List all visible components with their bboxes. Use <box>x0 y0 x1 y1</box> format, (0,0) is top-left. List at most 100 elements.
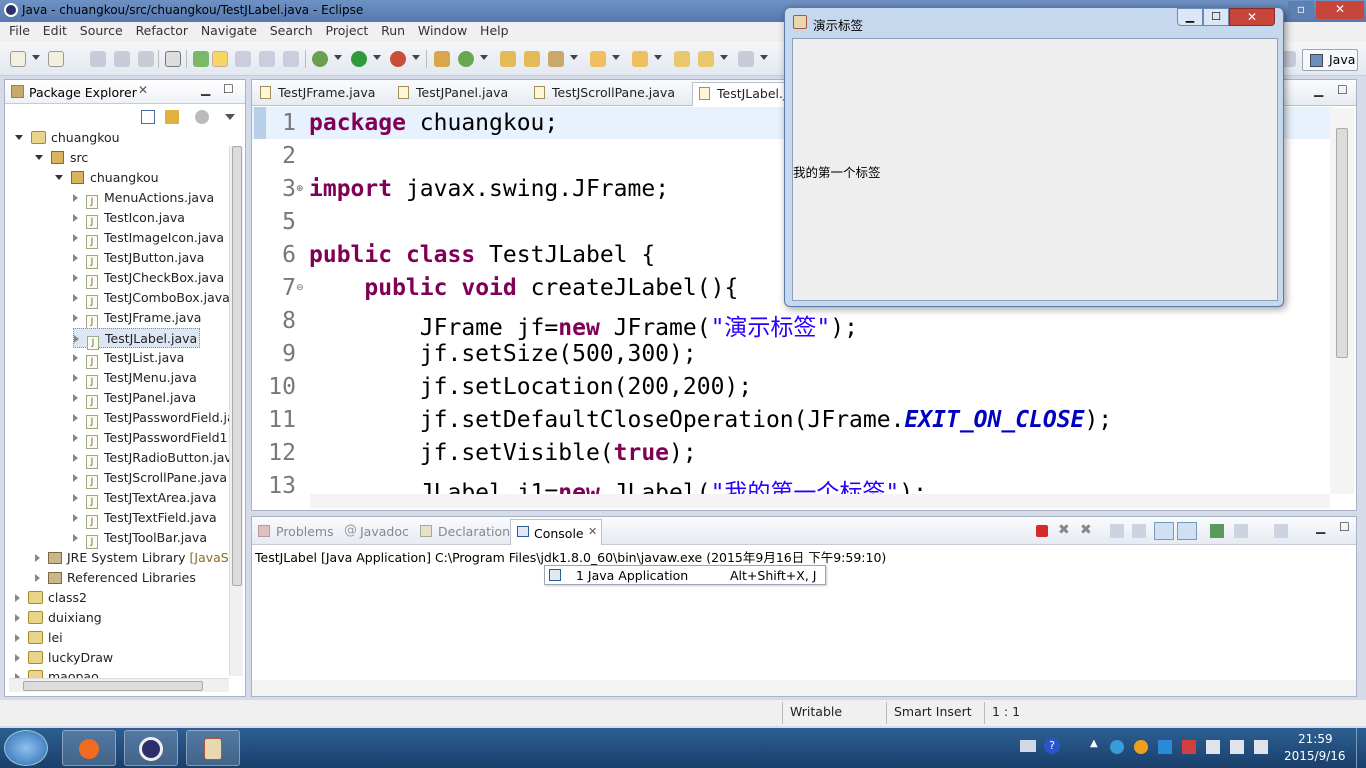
tree-file[interactable]: J TestJToolBar.java <box>73 528 207 549</box>
jframe-window[interactable]: 演示标签 ▁ ☐ ✕ 我的第一个标签 <box>784 7 1284 307</box>
tree-file[interactable]: J TestJButton.java <box>73 248 204 269</box>
tree-file[interactable]: J TestJPanel.java <box>73 388 196 409</box>
new-java-project-icon[interactable] <box>48 51 64 67</box>
maximize-editor-icon[interactable]: ☐ <box>1337 83 1348 97</box>
toggle-mark-occurrences-icon[interactable] <box>193 51 209 67</box>
menu-navigate[interactable]: Navigate <box>201 22 257 38</box>
tray-app-icon[interactable] <box>1206 740 1220 754</box>
minimize-console-icon[interactable]: ▁ <box>1316 520 1325 534</box>
fold-collapse-icon[interactable]: ⊖ <box>296 283 304 293</box>
clock-time[interactable]: 21:59 <box>1298 732 1333 746</box>
open-task-icon[interactable] <box>524 51 540 67</box>
menu-refactor[interactable]: Refactor <box>136 22 188 38</box>
toggle-highlight-icon[interactable] <box>212 51 228 67</box>
menu-window[interactable]: Window <box>418 22 467 38</box>
prev-annotation-icon[interactable] <box>632 51 648 67</box>
tree-file[interactable]: J TestJTextField.java <box>73 508 217 529</box>
back-icon[interactable] <box>698 51 714 67</box>
maximize-view-icon[interactable]: ☐ <box>223 82 234 96</box>
remove-launch-icon[interactable]: ✖ <box>1058 522 1070 538</box>
open-console-icon[interactable] <box>1274 524 1288 538</box>
tab-testjscrollpane[interactable]: TestJScrollPane.java <box>528 82 688 106</box>
tree-file[interactable]: J TestJList.java <box>73 348 184 369</box>
minimize-button[interactable]: ▫ <box>1288 1 1314 19</box>
clock-date[interactable]: 2015/9/16 <box>1284 749 1346 763</box>
tree-file[interactable]: J TestJPasswordField1. <box>73 428 231 449</box>
forward-icon[interactable] <box>738 51 754 67</box>
tab-testjpanel[interactable]: TestJPanel.java <box>392 82 524 106</box>
tree-src[interactable]: src <box>35 148 88 168</box>
tree-file[interactable]: J TestJPasswordField.ja <box>73 408 235 429</box>
tree-jre-library[interactable]: JRE System Library [JavaSE- <box>35 548 241 568</box>
tab-declaration[interactable]: Declaration <box>438 524 510 539</box>
view-menu-focus-icon[interactable] <box>195 110 209 124</box>
volume-icon[interactable] <box>1254 740 1268 754</box>
minimize-editor-icon[interactable]: ▁ <box>1314 83 1323 97</box>
display-console-icon[interactable] <box>1234 524 1248 538</box>
tree-project[interactable]: duixiang <box>15 608 102 628</box>
print-icon[interactable] <box>138 51 154 67</box>
menu-run[interactable]: Run <box>381 22 405 38</box>
remove-all-launches-icon[interactable]: ✖ <box>1080 522 1092 538</box>
tree-project[interactable]: luckyDraw <box>15 648 113 668</box>
tree-file[interactable]: J TestIcon.java <box>73 208 185 229</box>
menu-item-java-application[interactable]: 1 Java Application <box>576 568 688 583</box>
taskbar-eclipse[interactable] <box>124 730 178 766</box>
tree-file[interactable]: J TestJComboBox.java <box>73 288 230 309</box>
menu-help[interactable]: Help <box>480 22 509 38</box>
collapse-all-icon[interactable] <box>141 110 155 124</box>
search-icon[interactable] <box>548 51 564 67</box>
tab-javadoc[interactable]: Javadoc <box>360 524 409 539</box>
java-perspective-button[interactable]: Java <box>1302 49 1358 71</box>
keyboard-icon[interactable] <box>1020 740 1036 752</box>
package-explorer-title[interactable]: Package Explorer <box>29 85 137 100</box>
menu-project[interactable]: Project <box>326 22 369 38</box>
tab-problems[interactable]: Problems <box>276 524 334 539</box>
debug-icon[interactable] <box>312 51 328 67</box>
skip-breakpoints-icon[interactable] <box>165 51 181 67</box>
save-all-icon[interactable] <box>114 51 130 67</box>
fold-expand-icon[interactable]: ⊕ <box>296 184 304 194</box>
terminate-icon[interactable] <box>1036 525 1048 537</box>
show-on-stdout-icon[interactable] <box>1154 522 1174 540</box>
pilcrow-icon[interactable] <box>283 51 299 67</box>
tree-project-chuangkou[interactable]: chuangkou <box>15 128 120 148</box>
tree-project[interactable]: class2 <box>15 588 87 608</box>
jframe-minimize-button[interactable]: ▁ <box>1177 8 1203 26</box>
show-hidden-icons[interactable]: ▲ <box>1090 738 1098 749</box>
taskbar-java[interactable] <box>186 730 240 766</box>
tree-file[interactable]: J TestJFrame.java <box>73 308 201 329</box>
show-on-stderr-icon[interactable] <box>1177 522 1197 540</box>
new-icon[interactable] <box>10 51 26 67</box>
menu-edit[interactable]: Edit <box>43 22 67 38</box>
tree-file[interactable]: J TestJMenu.java <box>73 368 197 389</box>
tree-file[interactable]: J TestJRadioButton.jav <box>73 448 232 469</box>
tray-app-icon[interactable] <box>1182 740 1196 754</box>
link-with-editor-icon[interactable] <box>165 110 179 124</box>
console-horizontal-scrollbar[interactable] <box>252 680 1356 696</box>
pin-console-icon[interactable] <box>1210 524 1224 538</box>
show-whitespace-icon[interactable] <box>235 51 251 67</box>
jframe-close-button[interactable]: ✕ <box>1229 8 1275 26</box>
tree-file[interactable]: J TestJTextArea.java <box>73 488 217 509</box>
help-icon[interactable]: ? <box>1044 738 1060 754</box>
new-java-package-icon[interactable] <box>434 51 450 67</box>
menu-file[interactable]: File <box>9 22 30 38</box>
save-icon[interactable] <box>90 51 106 67</box>
block-selection-icon[interactable] <box>259 51 275 67</box>
view-menu-icon[interactable] <box>225 114 235 120</box>
start-button[interactable] <box>4 730 48 766</box>
tree-referenced-libraries[interactable]: Referenced Libraries <box>35 568 196 588</box>
run-external-tools-icon[interactable] <box>390 51 406 67</box>
network-icon[interactable] <box>1230 740 1244 754</box>
tree-file[interactable]: J TestJCheckBox.java <box>73 268 224 289</box>
last-edit-location-icon[interactable] <box>674 51 690 67</box>
minimize-view-icon[interactable]: ▁ <box>201 82 210 96</box>
scroll-lock-icon[interactable] <box>1132 524 1146 538</box>
tree-file[interactable]: J MenuActions.java <box>73 188 214 209</box>
next-annotation-icon[interactable] <box>590 51 606 67</box>
tree-file[interactable]: J TestJScrollPane.java <box>73 468 227 489</box>
console-dropdown-menu[interactable]: 1 Java Application Alt+Shift+X, J <box>544 565 826 585</box>
taskbar-media-player[interactable] <box>62 730 116 766</box>
tray-app-icon[interactable] <box>1134 740 1148 754</box>
